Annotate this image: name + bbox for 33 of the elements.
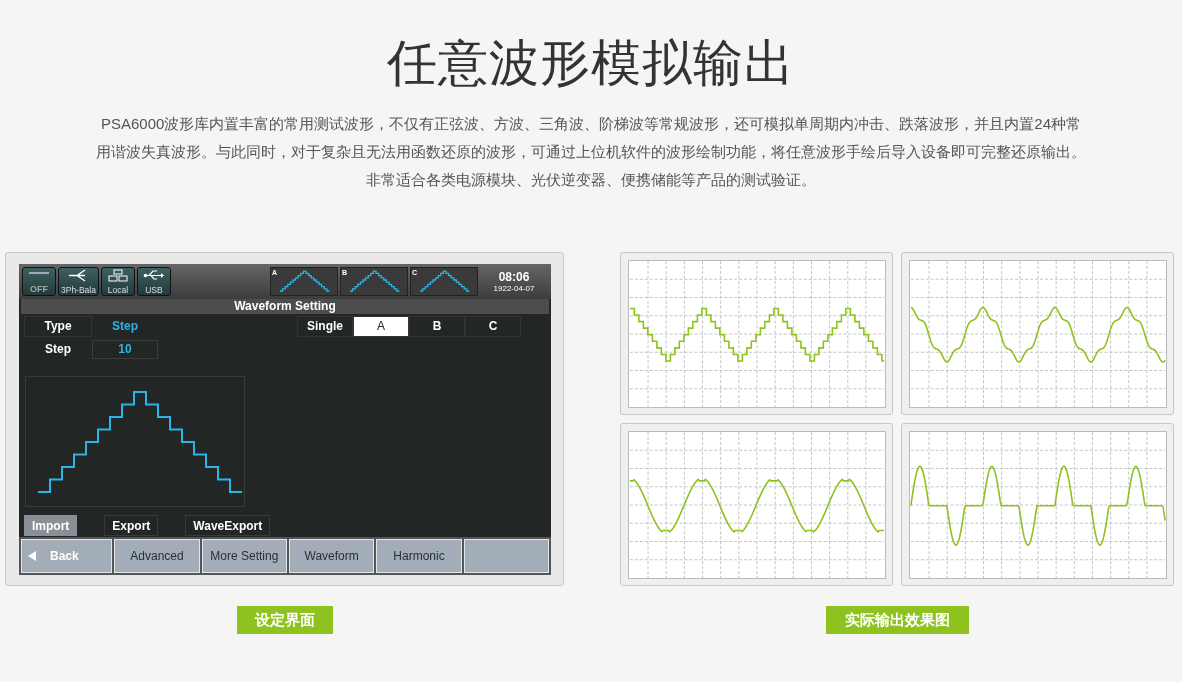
caption-label: 设定界面 — [236, 606, 333, 634]
wave-export-button[interactable]: WaveExport — [185, 515, 271, 536]
channel-tab[interactable]: A — [353, 316, 409, 337]
status-button[interactable]: OFF — [22, 267, 56, 296]
step-label: Step — [44, 341, 72, 358]
description-text: 非常适合各类电源模块、光伏逆变器、便携储能等产品的测试验证。 — [366, 170, 816, 190]
softkey-button[interactable]: Harmonic — [376, 539, 462, 573]
power-icon — [28, 269, 50, 277]
channel-tab[interactable]: C — [465, 316, 521, 337]
panel-title: Waveform Setting — [21, 299, 549, 314]
status-button[interactable]: Local — [100, 267, 135, 296]
status-button[interactable]: USB — [136, 267, 171, 296]
softkey-button[interactable]: More Setting — [201, 539, 287, 573]
mode-label: Single — [297, 316, 353, 337]
channel-tab[interactable]: B — [409, 316, 465, 337]
softkey-button[interactable]: Waveform — [289, 539, 375, 573]
clock-time: 08:06 — [498, 270, 530, 284]
description-text: 用谐波失真波形。与此同时，对于复杂且无法用函数还原的波形，可通过上位机软件的波形绘制功能，将任意波形手绘后导入设备即可完整还原输出。 — [96, 142, 1086, 162]
left-triangle-icon — [28, 551, 36, 561]
import-button[interactable]: Import — [24, 515, 78, 536]
network-icon — [107, 269, 128, 282]
page-title: 任意波形模拟输出 — [387, 34, 795, 93]
softkey-button[interactable]: Advanced — [114, 539, 200, 573]
export-button[interactable]: Export — [104, 515, 159, 536]
step-input-field[interactable]: 10 — [92, 340, 158, 359]
type-label: Type — [24, 316, 92, 337]
blank-softkey[interactable] — [463, 539, 549, 573]
status-button[interactable]: 3Ph-Bala — [58, 267, 99, 296]
clock-date: 1922-04-07 — [493, 284, 535, 293]
description-text: PSA6000波形库内置丰富的常用测试波形，不仅有正弦波、方波、三角波、阶梯波等常规波形，还可模拟单周期内冲击、跌落波形，并且内置24种常 — [100, 114, 1082, 134]
type-value[interactable]: Step — [92, 317, 158, 336]
usb-icon — [142, 269, 165, 282]
caption-label: 实际输出效果图 — [825, 606, 969, 634]
